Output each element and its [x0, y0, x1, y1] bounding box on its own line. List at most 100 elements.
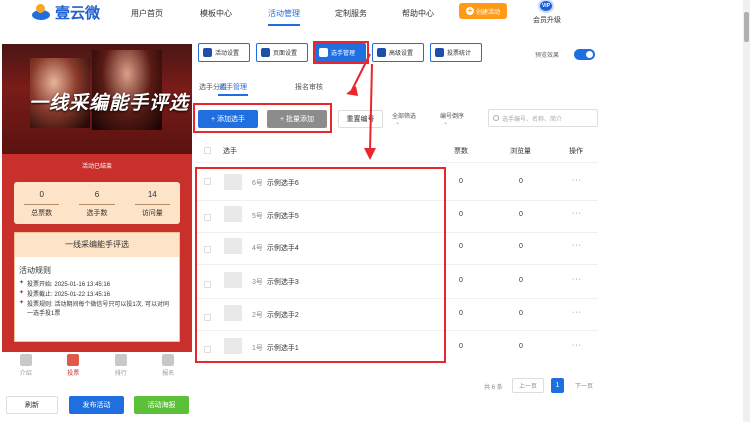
refresh-button[interactable]: 刷新	[6, 396, 58, 414]
view-count: 0	[519, 178, 523, 185]
preview-effect-label: 预览效果	[535, 53, 560, 59]
toolbar-label: 活动设置	[215, 51, 240, 57]
vip-icon[interactable]: VIP	[538, 0, 554, 13]
preview-banner: 一线采编能手评选	[2, 44, 192, 154]
row-divider	[195, 200, 598, 201]
nav-templates[interactable]: 模板中心	[200, 8, 232, 19]
prev-page-button[interactable]: 上一页	[512, 378, 544, 393]
player-name-text: 示例选手4	[266, 245, 299, 252]
plus-icon: +	[465, 6, 474, 15]
toolbar-page-settings[interactable]: 页面设置	[256, 43, 308, 62]
next-page-button[interactable]: 下一页	[570, 378, 598, 393]
player-number: 2号	[252, 312, 263, 319]
tab-label: 报名	[162, 371, 175, 377]
banner-title: 一线采编能手评选	[29, 92, 190, 114]
player-avatar	[224, 305, 242, 321]
create-activity-button[interactable]: + 创建活动	[459, 3, 507, 19]
current-page[interactable]: 1	[551, 378, 564, 393]
toolbar-player-management[interactable]: 选手管理	[314, 43, 366, 62]
activity-poster-button[interactable]: 活动海报	[134, 396, 189, 414]
toolbar-label: 投票统计	[447, 51, 472, 57]
player-name[interactable]: 6号 示例选手6	[252, 178, 299, 188]
logo[interactable]: 壹云微	[30, 2, 100, 23]
row-checkbox[interactable]	[204, 178, 211, 185]
publish-activity-button[interactable]: 发布活动	[69, 396, 124, 414]
search-icon	[493, 115, 499, 121]
vip-upgrade-link[interactable]: 会员升级	[533, 15, 561, 25]
bulk-add-button[interactable]: + 批量添加	[267, 110, 327, 128]
activity-status: 活动已结束	[81, 164, 112, 170]
more-actions-icon[interactable]: ···	[572, 276, 582, 283]
toolbar-vote-stats[interactable]: 投票统计	[430, 43, 482, 62]
view-count: 0	[519, 343, 523, 350]
nav-activity-management[interactable]: 活动管理	[268, 8, 300, 19]
header-divider	[195, 162, 598, 163]
scrollbar-thumb[interactable]	[744, 12, 749, 42]
nav-custom-service[interactable]: 定制服务	[335, 8, 367, 19]
column-header-views: 浏览量	[510, 148, 531, 155]
vote-count: 0	[459, 277, 463, 284]
star-icon: ✦	[19, 280, 25, 286]
column-header-actions: 操作	[569, 148, 583, 155]
row-checkbox[interactable]	[204, 246, 211, 253]
player-name-text: 示例选手2	[266, 312, 299, 319]
rule-item: ✦ 投票开始: 2025-01-16 13:45:16	[19, 279, 175, 288]
player-name-text: 示例选手6	[266, 180, 299, 187]
row-checkbox[interactable]	[204, 214, 211, 221]
player-name[interactable]: 1号 示例选手1	[252, 343, 299, 353]
intro-icon	[19, 354, 32, 366]
preview-effect-toggle[interactable]	[574, 49, 595, 60]
select-all-checkbox[interactable]	[204, 147, 211, 154]
row-checkbox[interactable]	[204, 281, 211, 288]
more-actions-icon[interactable]: ···	[572, 309, 582, 316]
row-checkbox[interactable]	[204, 314, 211, 321]
logo-text: 壹云微	[55, 5, 101, 22]
nav-home[interactable]: 用户首页	[131, 8, 163, 19]
subtab-signup-review[interactable]: 报名审核	[295, 82, 323, 92]
player-name[interactable]: 5号 示例选手5	[252, 211, 299, 221]
stats-card: 0 总票数 6 选手数 14 访问量	[14, 182, 180, 224]
row-divider	[195, 232, 598, 233]
more-actions-icon[interactable]: ···	[572, 177, 582, 184]
subtab-player-management[interactable]: 选手管理	[219, 82, 247, 92]
stat-visits: 14 访问量	[125, 182, 180, 224]
tab-label: 投票	[67, 371, 80, 377]
page-scrollbar[interactable]	[743, 0, 750, 422]
tab-intro[interactable]: 介绍	[2, 352, 50, 378]
logo-icon	[30, 3, 52, 22]
more-actions-icon[interactable]: ···	[572, 210, 582, 217]
row-checkbox[interactable]	[204, 346, 211, 353]
stat-value: 6	[94, 190, 100, 199]
vote-count: 0	[459, 343, 463, 350]
player-number: 1号	[252, 345, 263, 352]
player-name[interactable]: 3号 示例选手3	[252, 277, 299, 287]
sliders-icon	[377, 48, 386, 57]
nav-help-center[interactable]: 帮助中心	[402, 8, 434, 19]
player-avatar	[224, 174, 242, 190]
tab-signup[interactable]: 报名	[145, 352, 193, 378]
vote-count: 0	[459, 211, 463, 218]
player-search-input[interactable]: 选手编号、名称、简介	[488, 109, 598, 127]
toolbar-activity-settings[interactable]: 活动设置	[198, 43, 250, 62]
home-icon	[67, 354, 80, 366]
add-player-button[interactable]: + 添加选手	[198, 110, 258, 128]
tab-vote[interactable]: 投票	[50, 352, 98, 378]
player-number: 4号	[252, 245, 263, 252]
row-divider	[195, 264, 598, 265]
player-name[interactable]: 2号 示例选手2	[252, 310, 299, 320]
more-actions-icon[interactable]: ···	[572, 342, 582, 349]
column-header-votes: 票数	[454, 148, 468, 155]
more-actions-icon[interactable]: ···	[572, 242, 582, 249]
view-count: 0	[519, 277, 523, 284]
tab-ranking[interactable]: 排行	[97, 352, 145, 378]
reset-number-button[interactable]: 重置编号	[338, 110, 383, 128]
rule-text: 投票截止: 2025-01-22 13:45:16	[27, 292, 111, 298]
player-name[interactable]: 4号 示例选手4	[252, 243, 299, 253]
user-icon	[162, 354, 175, 366]
stat-players: 6 选手数	[69, 182, 124, 224]
toolbar-advanced-settings[interactable]: 高级设置	[372, 43, 424, 62]
settings-icon	[203, 48, 212, 57]
stat-label: 总票数	[24, 204, 60, 218]
column-header-player: 选手	[223, 148, 237, 155]
vote-count: 0	[459, 178, 463, 185]
